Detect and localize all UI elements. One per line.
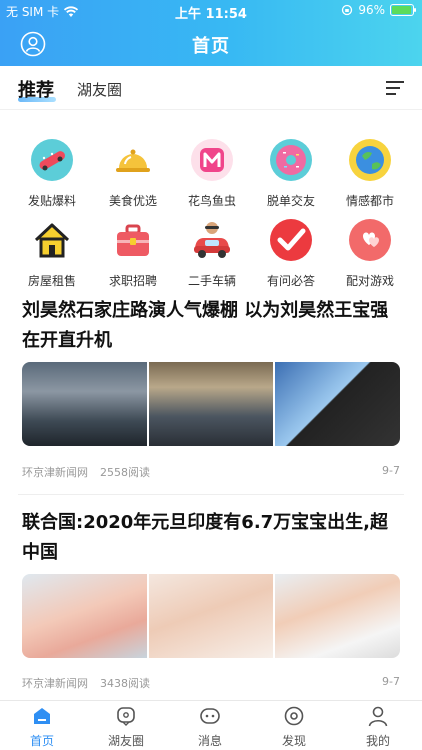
news-meta: 环京津新闻网 2558阅读 9-7	[22, 464, 400, 480]
news-views: 3438阅读	[100, 677, 150, 690]
battery-percent: 96%	[358, 3, 385, 17]
news-title[interactable]: 联合国:2020年元旦印度有6.7万宝宝出生,超中国	[22, 508, 402, 568]
news-date: 9-7	[382, 675, 400, 688]
tab-recommend[interactable]: 推荐	[18, 76, 54, 102]
category-label: 美食优选	[108, 194, 157, 208]
news-title[interactable]: 刘昊然石家庄路演人气爆棚 以为刘昊然王宝强在开直升机	[22, 296, 402, 356]
category-label: 花鸟鱼虫	[187, 194, 236, 208]
news-views: 2558阅读	[100, 466, 150, 479]
orientation-lock-icon	[342, 4, 353, 16]
tab-home[interactable]: 首页	[0, 705, 84, 749]
category-flowers-birds[interactable]: 花鸟鱼虫	[170, 138, 254, 209]
category-jobs[interactable]: 求职招聘	[91, 218, 175, 289]
globe-icon	[349, 139, 391, 181]
tab-circle[interactable]: 湖友圈	[84, 705, 168, 749]
tab-label: 我的	[365, 734, 390, 748]
hearts-icon	[349, 219, 391, 261]
tab-label: 发现	[281, 734, 306, 748]
category-used-cars[interactable]: 二手车辆	[170, 218, 254, 289]
feed-tabs: 推荐 湖友圈	[0, 66, 422, 110]
skateboard-icon	[31, 139, 73, 181]
compass-icon	[284, 706, 304, 726]
category-housing[interactable]: 房屋租售	[10, 218, 94, 289]
food-cloche-icon	[112, 139, 154, 181]
tab-discover[interactable]: 发现	[252, 705, 336, 749]
chat-bubble-icon	[117, 707, 135, 726]
tab-label: 湖友圈	[107, 734, 144, 748]
divider	[18, 494, 404, 495]
briefcase-icon	[117, 224, 149, 256]
tab-huyouquan[interactable]: 湖友圈	[77, 79, 122, 100]
news-date: 9-7	[382, 464, 400, 477]
news-thumbnail	[148, 574, 274, 658]
news-thumbnail	[22, 574, 147, 658]
category-label: 房屋租售	[27, 274, 76, 288]
user-icon	[368, 706, 388, 727]
news-source: 环京津新闻网	[22, 466, 88, 479]
category-food[interactable]: 美食优选	[91, 138, 175, 209]
m-logo-icon	[191, 139, 233, 181]
tab-profile[interactable]: 我的	[336, 705, 420, 749]
tab-messages[interactable]: 消息	[168, 705, 252, 749]
status-bar: 无 SIM 卡 上午 11:54 96%	[0, 0, 422, 22]
donut-icon	[270, 139, 312, 181]
category-label: 二手车辆	[187, 274, 236, 288]
category-dating[interactable]: 脱单交友	[249, 138, 333, 209]
category-label: 有问必答	[266, 274, 315, 288]
category-post-tips[interactable]: 发贴爆料	[10, 138, 94, 209]
category-label: 脱单交友	[266, 194, 315, 208]
news-meta: 环京津新闻网 3438阅读 9-7	[22, 675, 400, 691]
category-label: 情感都市	[345, 194, 394, 208]
home-icon	[34, 708, 50, 724]
car-icon	[194, 222, 230, 258]
news-thumbnail	[275, 362, 400, 446]
app-header: 无 SIM 卡 上午 11:54 96% 首页	[0, 0, 422, 66]
news-thumbnail	[148, 362, 274, 446]
news-thumbnail	[275, 574, 400, 658]
news-source: 环京津新闻网	[22, 677, 88, 690]
category-label: 配对游戏	[345, 274, 394, 288]
bottom-tab-bar: 首页 湖友圈 消息 发现 我的	[0, 700, 422, 750]
category-pairing-game[interactable]: 配对游戏	[328, 218, 412, 289]
nav-bar: 首页	[0, 22, 422, 66]
battery-icon	[390, 4, 416, 16]
menu-icon[interactable]	[386, 80, 404, 96]
house-icon	[34, 223, 70, 258]
category-emotion[interactable]: 情感都市	[328, 138, 412, 209]
news-thumbnail	[22, 362, 147, 446]
category-label: 求职招聘	[108, 274, 157, 288]
category-label: 发贴爆料	[27, 194, 76, 208]
news-images[interactable]	[22, 574, 400, 658]
page-title: 首页	[192, 36, 230, 57]
category-qa[interactable]: 有问必答	[249, 218, 333, 289]
message-icon	[200, 708, 220, 724]
tab-label: 消息	[197, 734, 222, 748]
tab-label: 首页	[29, 734, 54, 748]
news-images[interactable]	[22, 362, 400, 446]
checkmark-icon	[270, 219, 312, 261]
